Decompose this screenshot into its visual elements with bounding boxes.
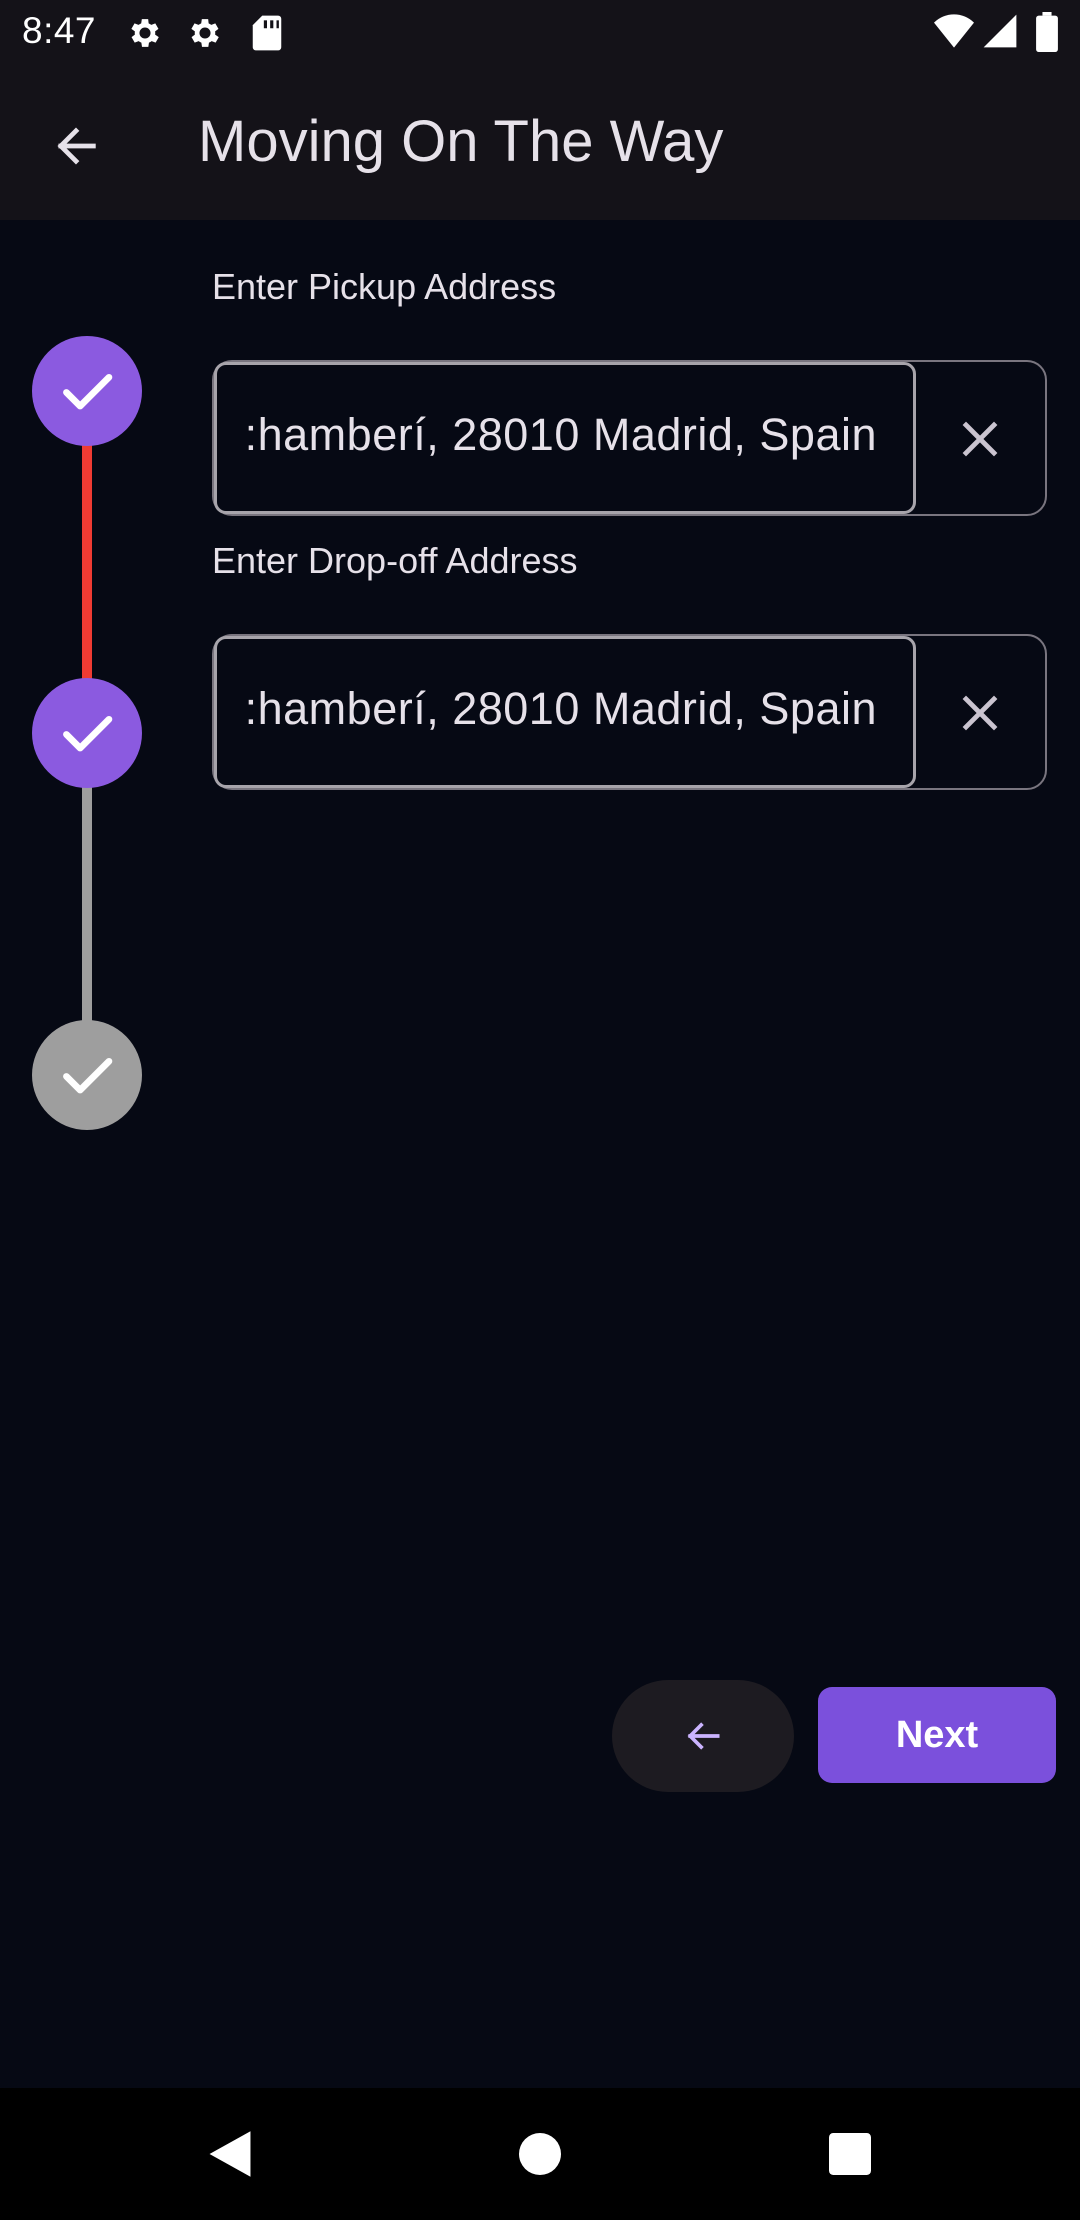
close-icon: [962, 421, 998, 457]
arrow-left-icon: [57, 127, 96, 165]
gear-icon: [186, 14, 224, 57]
pickup-address-input[interactable]: :hamberí, 28010 Madrid, Spain: [214, 362, 916, 514]
pickup-address-field: :hamberí, 28010 Madrid, Spain: [212, 360, 1047, 516]
dropoff-address-label: Enter Drop-off Address: [212, 540, 578, 581]
app-bar: Moving On The Way: [0, 66, 1080, 220]
pickup-address-value: :hamberí, 28010 Madrid, Spain: [244, 409, 877, 460]
dropoff-address-field: :hamberí, 28010 Madrid, Spain: [212, 634, 1047, 790]
step-2-indicator[interactable]: [32, 678, 142, 788]
previous-step-button[interactable]: [612, 1680, 794, 1792]
home-circle-icon: [519, 2133, 561, 2175]
step-3-indicator[interactable]: [32, 1020, 142, 1130]
next-button[interactable]: Next: [818, 1687, 1056, 1783]
system-nav-bar: [0, 2088, 1080, 2220]
main-content: Enter Pickup Address :hamberí, 28010 Mad…: [0, 220, 1080, 2088]
gear-icon: [126, 14, 164, 57]
dropoff-clear-button[interactable]: [945, 678, 1015, 748]
back-button[interactable]: [36, 106, 116, 186]
close-icon: [962, 695, 998, 731]
wifi-icon: [934, 12, 974, 55]
step-1-indicator[interactable]: [32, 336, 142, 446]
sd-card-icon: [250, 14, 284, 57]
status-time: 8:47: [22, 10, 97, 51]
signal-icon: [982, 12, 1018, 55]
nav-home-button[interactable]: [510, 2124, 570, 2184]
arrow-left-icon: [687, 1722, 720, 1750]
pickup-clear-button[interactable]: [945, 404, 1015, 474]
check-icon: [63, 1057, 113, 1094]
battery-icon: [1036, 12, 1058, 57]
check-icon: [63, 715, 113, 752]
nav-back-button[interactable]: [200, 2124, 260, 2184]
pickup-address-label: Enter Pickup Address: [212, 266, 557, 307]
dropoff-address-input[interactable]: :hamberí, 28010 Madrid, Spain: [214, 636, 916, 788]
status-bar: 8:47: [0, 0, 1080, 66]
nav-recents-button[interactable]: [820, 2124, 880, 2184]
back-triangle-icon: [209, 2131, 251, 2177]
dropoff-address-value: :hamberí, 28010 Madrid, Spain: [244, 683, 877, 734]
recents-square-icon: [829, 2133, 871, 2175]
page-title: Moving On The Way: [198, 109, 724, 174]
check-icon: [63, 373, 113, 410]
